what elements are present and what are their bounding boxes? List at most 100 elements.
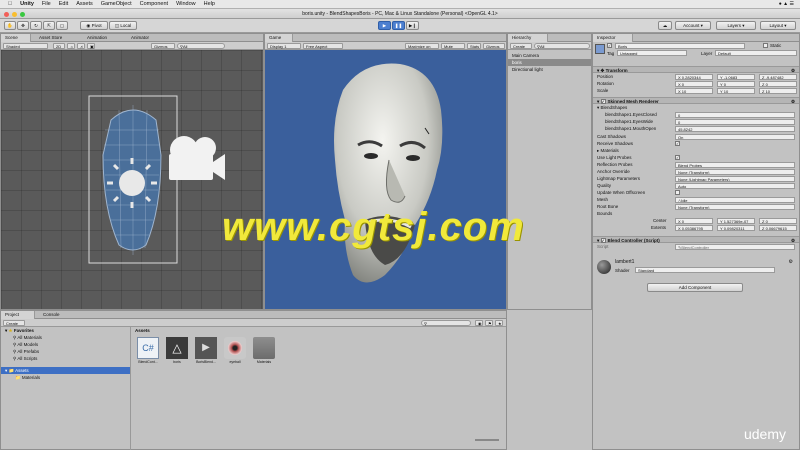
gameobject-cube-icon [595, 44, 605, 54]
smr-header[interactable]: ▾ ✓ Skinned Mesh Renderer ⚙ [593, 97, 799, 105]
cloud-button[interactable]: ☁ [658, 21, 672, 30]
maximize-on-play-toggle[interactable]: Maximize on Play [405, 43, 439, 55]
menu-edit[interactable]: Edit [59, 1, 68, 7]
asset-item-borisblend[interactable]: ▶ BorisBlend... [195, 337, 217, 364]
2d-toggle[interactable]: 2D [53, 43, 65, 49]
tab-console[interactable]: Console [39, 311, 64, 319]
hierarchy-item-boris[interactable]: boris [508, 59, 591, 66]
extents-x-field[interactable]: X 0.05386795 [675, 225, 713, 231]
menu-component[interactable]: Component [140, 1, 168, 7]
scene-viewport[interactable] [1, 50, 263, 309]
hierarchy-item-main-camera[interactable]: Main Camera [508, 52, 591, 59]
tab-asset-store[interactable]: Asset Store [35, 34, 66, 42]
aspect-dropdown[interactable]: Free Aspect [303, 43, 343, 49]
game-gizmos-dropdown[interactable]: Gizmos [483, 43, 505, 49]
scale-x-field[interactable]: X 10 [675, 88, 713, 94]
favorite-star-icon[interactable]: ★ [495, 320, 503, 326]
move-tool-icon[interactable]: ✥ [17, 21, 29, 30]
scale-y-field[interactable]: Y 10 [717, 88, 755, 94]
menu-window[interactable]: Window [176, 1, 196, 7]
tab-animation[interactable]: Animation [83, 34, 111, 42]
favorite-item[interactable]: ⚲ All Models [1, 341, 130, 348]
mute-audio-toggle[interactable]: Mute audio [441, 43, 465, 55]
menu-help[interactable]: Help [204, 1, 215, 7]
assets-folder[interactable]: ▾ 📁 Assets [1, 367, 130, 374]
game-viewport[interactable] [265, 50, 506, 309]
close-window-icon[interactable] [4, 12, 9, 17]
audio-toggle-icon[interactable]: ♬ [77, 43, 85, 49]
tab-scene[interactable]: Scene [1, 34, 31, 42]
scale-tool-icon[interactable]: ⇱ [43, 21, 55, 30]
blendshapes-foldout[interactable]: ▾ BlendShapes [593, 104, 799, 111]
favorite-item[interactable]: ⚲ All Prefabs [1, 348, 130, 355]
menu-file[interactable]: File [42, 1, 51, 7]
update-when-offscreen-checkbox[interactable] [675, 190, 680, 196]
extents-y-field[interactable]: Y 0.09820311 [717, 225, 755, 231]
hand-tool-icon[interactable]: ✋ [4, 21, 16, 30]
layout-dropdown[interactable]: Layout ▾ [760, 21, 796, 30]
tab-asset-store-label: Asset Store [39, 35, 63, 40]
filter-type-icon[interactable]: ◉ [475, 320, 483, 326]
menu-app[interactable]: Unity [20, 1, 34, 7]
rect-tool-icon[interactable]: ▢ [56, 21, 68, 30]
layer-dropdown[interactable]: Default [715, 50, 797, 56]
lighting-toggle-icon[interactable]: ☼ [67, 43, 75, 49]
use-light-probes-checkbox[interactable]: ✓ [675, 155, 680, 161]
local-button[interactable]: ◫ Local [109, 21, 137, 30]
asset-item-blendcontroller[interactable]: C# BlendCont... [137, 337, 159, 364]
scene-gizmos-dropdown[interactable]: Gizmos [151, 43, 175, 49]
pivot-button[interactable]: ◉ Pivot [80, 21, 108, 30]
shading-mode-dropdown[interactable]: Shaded [3, 43, 48, 49]
blendshape-mouthopen-field[interactable]: 45.8242 [675, 126, 795, 132]
menu-gameobject[interactable]: GameObject [101, 1, 132, 7]
play-button[interactable]: ▶ [378, 21, 391, 30]
project-create-dropdown[interactable]: Create [3, 320, 25, 326]
scene-search-input[interactable]: ⚲All [177, 43, 225, 49]
project-search-input[interactable]: ⚲ [421, 320, 471, 326]
favorite-item[interactable]: ⚲ All Materials [1, 334, 130, 341]
hierarchy-search-input[interactable]: ⚲All [534, 43, 590, 49]
asset-label: BlendCont... [138, 360, 158, 364]
asset-item-boris[interactable]: △ boris [166, 337, 188, 364]
materials-folder[interactable]: 📁 Materials [1, 374, 130, 381]
tag-dropdown[interactable]: Untagged [617, 50, 687, 56]
pause-button[interactable]: ❚❚ [392, 21, 405, 30]
favorite-item[interactable]: ⚲ All Scripts [1, 355, 130, 362]
account-dropdown[interactable]: Account ▾ [675, 21, 711, 30]
tab-game[interactable]: Game [265, 34, 293, 42]
materials-foldout[interactable]: ▸ Materials [593, 147, 799, 154]
filter-label-icon[interactable]: ⚑ [485, 320, 493, 326]
icon-size-slider[interactable] [475, 439, 499, 441]
hierarchy-create-dropdown[interactable]: Create [510, 43, 532, 49]
tab-animator[interactable]: Animator [127, 34, 153, 42]
tab-hierarchy[interactable]: Hierarchy [508, 34, 548, 42]
favorites-header[interactable]: ▾ ★ Favorites [1, 327, 130, 334]
static-toggle[interactable]: Static [763, 43, 781, 49]
layers-dropdown[interactable]: Layers ▾ [716, 21, 756, 30]
maximize-window-icon[interactable] [20, 12, 25, 17]
extents-z-field[interactable]: Z 0.06679615 [759, 225, 797, 231]
add-component-button[interactable]: Add Component [647, 283, 743, 292]
tab-project[interactable]: Project [1, 311, 35, 319]
tab-inspector[interactable]: Inspector [593, 34, 633, 42]
script-field[interactable]: ✎BlendController [675, 244, 795, 250]
minimize-window-icon[interactable] [12, 12, 17, 17]
settings-gear-icon[interactable]: ⚙ [789, 259, 793, 265]
object-name-field[interactable]: Boris [615, 43, 745, 49]
scale-z-field[interactable]: Z 10 [759, 88, 797, 94]
display-dropdown[interactable]: Display 1 [267, 43, 301, 49]
shader-dropdown[interactable]: Standard [635, 267, 775, 273]
effects-toggle-icon[interactable]: ▣ [87, 43, 95, 49]
active-checkbox[interactable]: ✓ [607, 43, 612, 49]
asset-item-materials[interactable]: Materials [253, 337, 275, 364]
receive-shadows-checkbox[interactable]: ✓ [675, 141, 680, 147]
blend-controller-header[interactable]: ▾ ✓ Blend Controller (Script) ⚙ [593, 236, 799, 244]
transform-header[interactable]: ▾ ✥ Transform ⚙ [593, 66, 799, 73]
apple-icon[interactable]:  [8, 1, 12, 7]
step-button[interactable]: ▶❙ [406, 21, 419, 30]
stats-toggle[interactable]: Stats [467, 43, 481, 49]
hierarchy-item-directional-light[interactable]: Directional light [508, 66, 591, 73]
rotate-tool-icon[interactable]: ↻ [30, 21, 42, 30]
menu-assets[interactable]: Assets [76, 1, 93, 7]
asset-item-eyeball[interactable]: eyeball [224, 337, 246, 364]
